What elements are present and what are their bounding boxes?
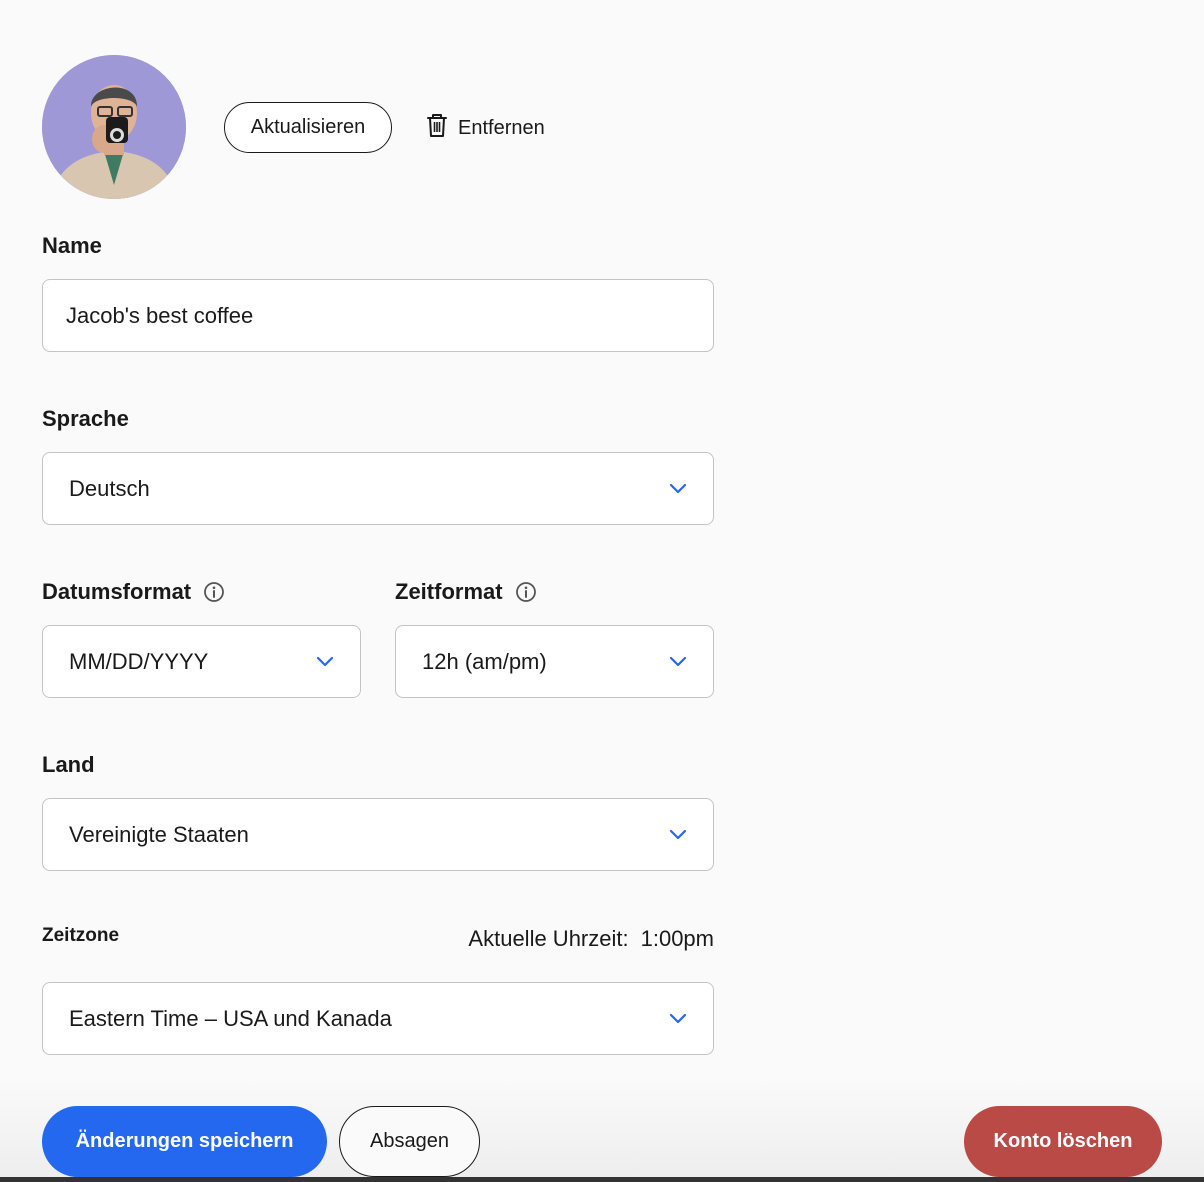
time-format-label: Zeitformat xyxy=(395,579,537,605)
date-format-select-value: MM/DD/YYYY xyxy=(69,648,209,674)
remove-photo-label: Entfernen xyxy=(458,116,545,139)
language-select-value: Deutsch xyxy=(69,475,150,501)
save-changes-button[interactable]: Änderungen speichern xyxy=(42,1106,327,1177)
name-label: Name xyxy=(42,233,102,258)
current-time-label: Aktuelle Uhrzeit: xyxy=(468,926,629,951)
chevron-down-icon xyxy=(669,1013,687,1025)
country-select[interactable]: Vereinigte Staaten xyxy=(42,798,714,871)
date-format-select[interactable]: MM/DD/YYYY xyxy=(42,625,361,698)
name-input[interactable]: Jacob's best coffee xyxy=(42,279,714,352)
info-icon[interactable] xyxy=(515,581,537,603)
date-format-label: Datumsformat xyxy=(42,579,225,605)
remove-photo-button[interactable]: Entfernen xyxy=(424,110,545,146)
country-label: Land xyxy=(42,752,95,777)
chevron-down-icon xyxy=(669,829,687,841)
current-time-readout: Aktuelle Uhrzeit: 1:00pm xyxy=(468,926,714,952)
chevron-down-icon xyxy=(669,656,687,668)
trash-icon xyxy=(424,111,450,145)
language-label: Sprache xyxy=(42,406,129,431)
current-time-value: 1:00pm xyxy=(640,926,714,951)
chevron-down-icon xyxy=(669,483,687,495)
delete-account-button[interactable]: Konto löschen xyxy=(964,1106,1162,1177)
avatar-photo xyxy=(42,55,186,199)
country-select-value: Vereinigte Staaten xyxy=(69,821,249,847)
action-bar-edge xyxy=(0,1177,1204,1182)
time-format-select[interactable]: 12h (am/pm) xyxy=(395,625,714,698)
timezone-label: Zeitzone xyxy=(42,925,120,946)
time-format-select-value: 12h (am/pm) xyxy=(422,648,547,674)
info-icon[interactable] xyxy=(203,581,225,603)
name-input-value: Jacob's best coffee xyxy=(66,302,254,328)
cancel-button[interactable]: Absagen xyxy=(339,1106,480,1177)
avatar xyxy=(42,55,186,199)
update-photo-button[interactable]: Aktualisieren xyxy=(224,102,392,153)
chevron-down-icon xyxy=(316,656,334,668)
language-select[interactable]: Deutsch xyxy=(42,452,714,525)
timezone-select-value: Eastern Time – USA und Kanada xyxy=(69,1005,392,1031)
timezone-select[interactable]: Eastern Time – USA und Kanada xyxy=(42,982,714,1055)
